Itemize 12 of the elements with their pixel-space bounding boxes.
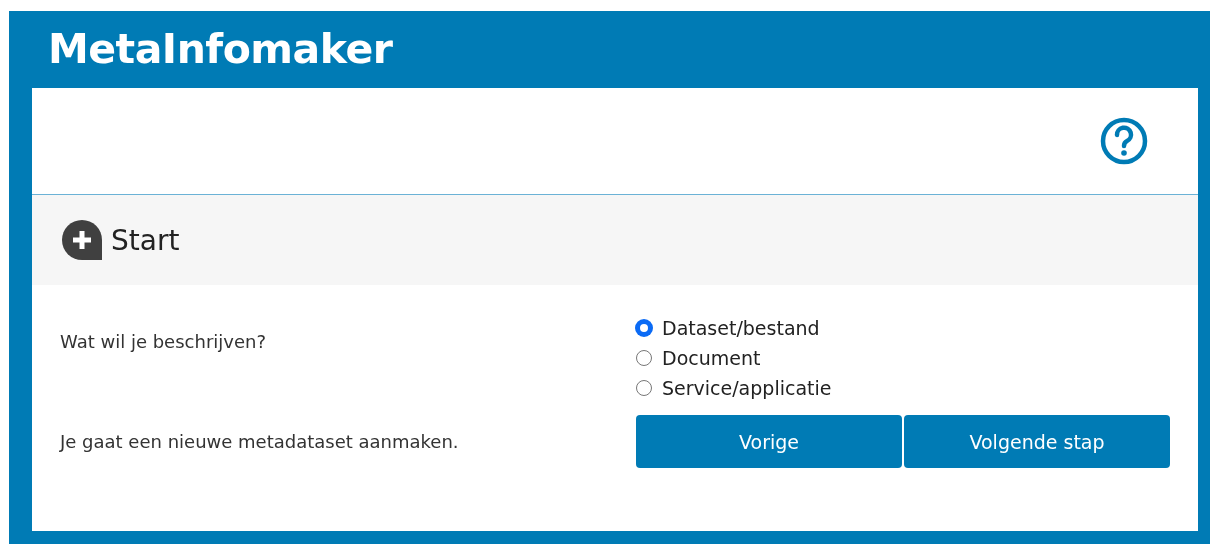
help-icon[interactable] bbox=[1100, 117, 1148, 165]
radio-option[interactable]: Service/applicatie bbox=[636, 377, 832, 399]
plus-icon bbox=[61, 219, 103, 261]
radio-option[interactable]: Document bbox=[636, 347, 761, 369]
question-label: Wat wil je beschrijven? bbox=[60, 330, 267, 354]
previous-button[interactable]: Vorige bbox=[636, 415, 902, 468]
app-logo: MetaInfomaker bbox=[47, 24, 394, 75]
info-message: Je gaat een nieuwe metadataset aanmaken. bbox=[60, 431, 460, 452]
next-button[interactable]: Volgende stap bbox=[904, 415, 1170, 468]
radio-option[interactable]: Dataset/bestand bbox=[636, 317, 820, 339]
section-title: Start bbox=[111, 223, 180, 257]
radio-button[interactable] bbox=[636, 320, 652, 336]
